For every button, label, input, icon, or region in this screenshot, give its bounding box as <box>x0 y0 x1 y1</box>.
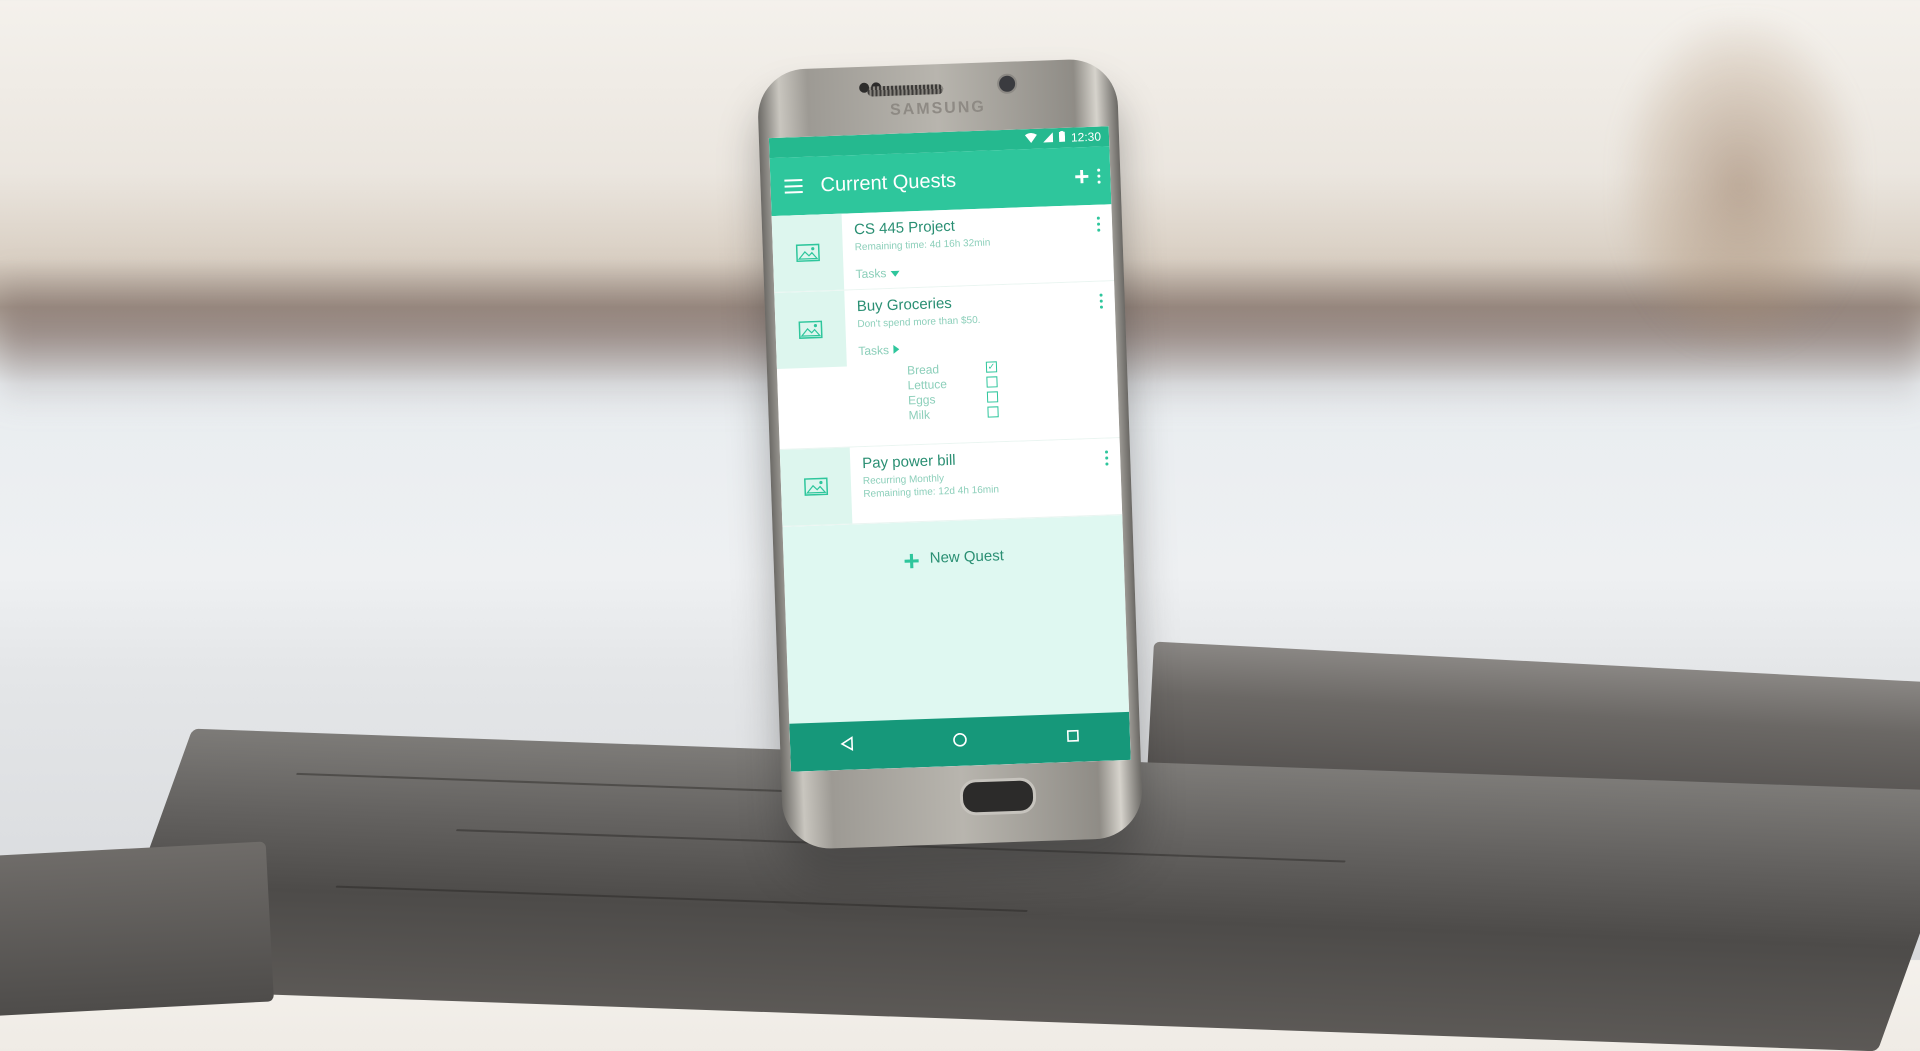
battery-icon <box>1058 130 1066 145</box>
task-list: Bread ✓ Lettuce Eggs Milk <box>907 356 1107 423</box>
page-title: Current Quests <box>820 169 957 196</box>
more-vert-icon[interactable] <box>1097 168 1101 184</box>
wood-plank-left <box>0 841 274 1019</box>
task-label: Bread <box>906 361 940 377</box>
quest-card-cs445[interactable]: CS 445 Project Remaining time: 4d 16h 32… <box>771 204 1115 294</box>
more-vert-icon[interactable] <box>1099 293 1104 309</box>
tasks-toggle[interactable]: Tasks <box>855 259 1101 282</box>
background-tree <box>1620 20 1860 350</box>
phone-device: SAMSUNG 12:30 Current Quests + CS 445 Pr… <box>756 57 1144 851</box>
caret-down-icon <box>890 266 900 280</box>
quest-card-power-bill[interactable]: Pay power bill Recurring Monthly Remaini… <box>779 438 1123 527</box>
new-quest-label: New Quest <box>929 547 1005 567</box>
plus-icon[interactable]: + <box>1074 161 1090 192</box>
image-placeholder-icon <box>771 213 845 293</box>
plus-icon: + <box>902 545 921 577</box>
task-checkbox[interactable] <box>987 406 999 418</box>
signal-icon <box>1043 131 1054 145</box>
wifi-icon <box>1024 132 1037 146</box>
new-quest-button[interactable]: + New Quest <box>902 545 1005 577</box>
task-item: Milk <box>908 404 999 422</box>
image-placeholder-icon <box>774 290 847 369</box>
tasks-label: Tasks <box>858 343 890 359</box>
task-label: Milk <box>908 407 931 422</box>
status-time: 12:30 <box>1070 129 1102 145</box>
quest-card-groceries[interactable]: Buy Groceries Don't spend more than $50.… <box>774 281 1120 450</box>
tasks-label: Tasks <box>855 266 887 282</box>
image-placeholder-icon <box>779 447 853 526</box>
back-triangle-icon[interactable] <box>838 735 855 757</box>
task-checkbox[interactable] <box>986 391 999 403</box>
task-label: Lettuce <box>907 376 948 392</box>
caret-right-icon <box>892 343 899 357</box>
recents-square-icon[interactable] <box>1065 727 1082 749</box>
hardware-home-button[interactable] <box>959 777 1037 816</box>
front-camera-icon <box>996 73 1018 95</box>
task-checkbox[interactable]: ✓ <box>985 361 998 373</box>
device-brand: SAMSUNG <box>889 98 987 119</box>
phone-screen: 12:30 Current Quests + CS 445 Project Re… <box>768 126 1131 772</box>
more-vert-icon[interactable] <box>1104 450 1109 466</box>
task-checkbox[interactable] <box>986 376 998 388</box>
more-vert-icon[interactable] <box>1096 216 1101 232</box>
task-label: Eggs <box>907 391 936 407</box>
home-circle-icon[interactable] <box>952 731 969 753</box>
menu-icon[interactable] <box>784 178 803 194</box>
earpiece-speaker <box>867 84 944 97</box>
tasks-toggle[interactable]: Tasks <box>858 336 1104 359</box>
